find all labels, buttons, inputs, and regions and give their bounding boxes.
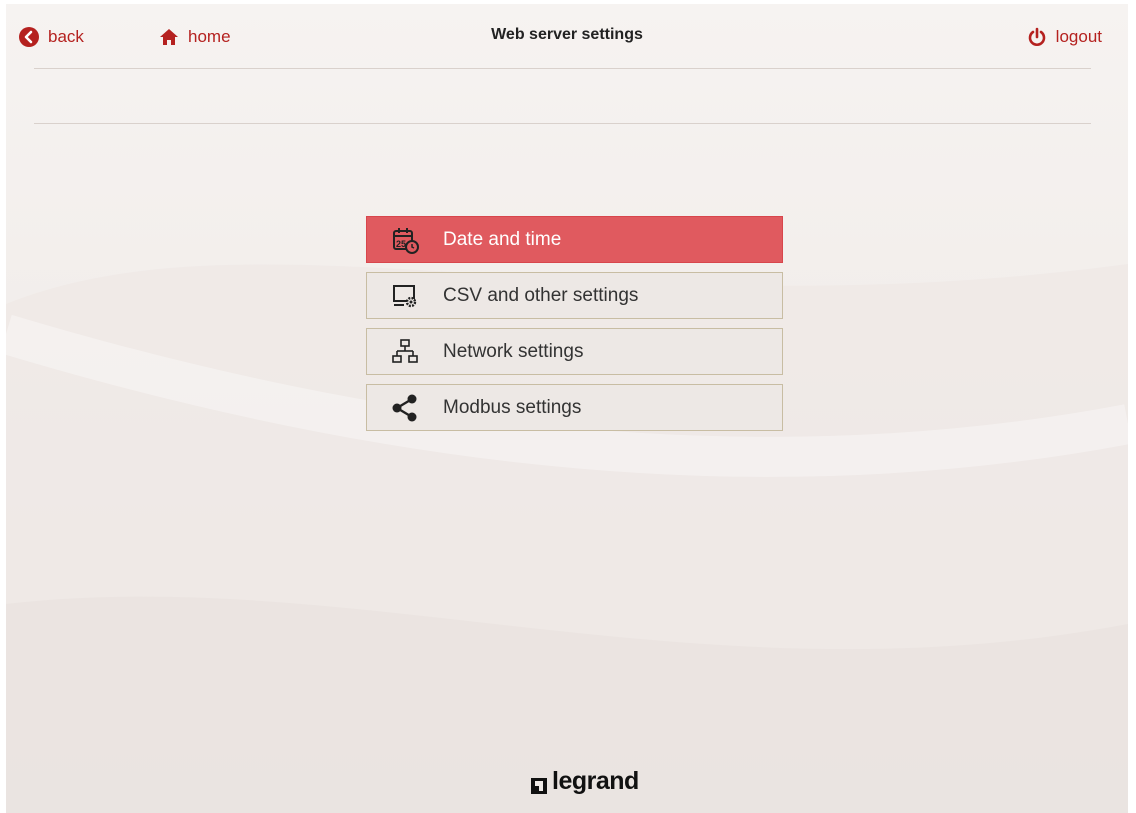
logout-link[interactable]: logout bbox=[1026, 26, 1102, 48]
subheader-divider bbox=[34, 123, 1091, 124]
legrand-logo: legrand bbox=[530, 767, 639, 796]
header-divider bbox=[34, 68, 1091, 69]
share-icon bbox=[367, 393, 443, 423]
calendar-clock-icon: 25 bbox=[367, 225, 443, 255]
menu-item-modbus-settings[interactable]: Modbus settings bbox=[366, 384, 783, 431]
menu-item-label: CSV and other settings bbox=[443, 284, 639, 306]
menu-item-csv-and-other-settings[interactable]: CSV and other settings bbox=[366, 272, 783, 319]
menu-item-label: Network settings bbox=[443, 340, 584, 362]
menu-item-date-and-time[interactable]: 25 Date and time bbox=[366, 216, 783, 263]
top-bar: back home Web server settings logout bbox=[6, 22, 1128, 58]
network-icon bbox=[367, 337, 443, 367]
menu-item-network-settings[interactable]: Network settings bbox=[366, 328, 783, 375]
power-icon bbox=[1026, 26, 1048, 48]
logout-label: logout bbox=[1055, 27, 1102, 46]
monitor-gear-icon bbox=[367, 281, 443, 311]
legrand-brand-text: legrand bbox=[552, 767, 639, 795]
page-title: Web server settings bbox=[491, 26, 643, 43]
svg-text:25: 25 bbox=[396, 239, 406, 249]
menu-item-label: Modbus settings bbox=[443, 396, 582, 418]
page-frame: back home Web server settings logout 25 … bbox=[6, 4, 1128, 813]
legrand-mark-icon bbox=[530, 773, 548, 794]
menu-item-label: Date and time bbox=[443, 228, 562, 250]
settings-menu: 25 Date and time CSV and other settings bbox=[366, 216, 783, 440]
